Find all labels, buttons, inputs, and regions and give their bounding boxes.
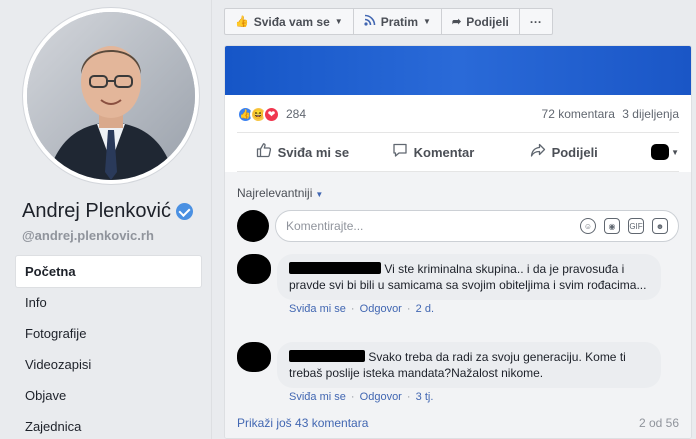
- redacted-author-name: [289, 262, 381, 274]
- redacted-avatar: [237, 254, 271, 284]
- rss-icon: [364, 14, 376, 29]
- reactions-summary: 👍 😆 ❤ 284 72 komentara 3 dijeljenja: [237, 104, 679, 124]
- sticker-icon[interactable]: ☻: [652, 218, 668, 234]
- comment-count[interactable]: 72 komentara: [542, 107, 615, 121]
- more-comments-row: Prikaži još 43 komentara 2 od 56: [237, 408, 679, 438]
- view-more-comments-link[interactable]: Prikaži još 43 komentara: [237, 416, 368, 430]
- post-comment-button[interactable]: Komentar: [368, 142, 499, 162]
- gif-icon[interactable]: GIF: [628, 218, 644, 234]
- comment-reply-link[interactable]: Odgovor: [360, 391, 402, 403]
- liked-page-label: Sviđa vam se: [253, 14, 330, 29]
- nav-item-posts[interactable]: Objave: [16, 380, 201, 411]
- page-nav: Početna Info Fotografije Videozapisi Obj…: [16, 256, 201, 439]
- nav-item-videos[interactable]: Videozapisi: [16, 349, 201, 380]
- chevron-down-icon: ▼: [423, 17, 431, 26]
- share-arrow-icon: ➦: [451, 16, 462, 28]
- post-as-selector[interactable]: ▼: [629, 144, 679, 160]
- redacted-avatar: [237, 342, 271, 372]
- comment-reply-link[interactable]: Odgovor: [360, 303, 402, 315]
- comment-like-link[interactable]: Sviđa mi se: [289, 303, 346, 315]
- following-label: Pratim: [380, 14, 419, 29]
- nav-item-photos[interactable]: Fotografije: [16, 318, 201, 349]
- comment-bubble: Vi ste kriminalna skupina.. i da je prav…: [277, 254, 661, 300]
- reaction-count[interactable]: 284: [286, 107, 306, 121]
- comment-item: Vi ste kriminalna skupina.. i da je prav…: [237, 254, 679, 315]
- following-button[interactable]: Pratim ▼: [354, 9, 442, 34]
- comment-meta: Sviđa mi se · Odgovor · 3 tj.: [289, 391, 434, 403]
- share-page-button[interactable]: ➦ Podijeli: [442, 9, 520, 34]
- nav-item-community[interactable]: Zajednica: [16, 411, 201, 439]
- chevron-down-icon: ▼: [334, 17, 343, 26]
- post-like-button[interactable]: Sviđa mi se: [237, 142, 368, 162]
- nav-item-home[interactable]: Početna: [16, 256, 201, 287]
- left-column: Andrej Plenković @andrej.plenkovic.rh Po…: [0, 0, 212, 439]
- camera-icon[interactable]: ◉: [604, 218, 620, 234]
- comment-input-placeholder: Komentirajte...: [286, 219, 364, 233]
- comment-bubble: Svako treba da radi za svoju generaciju.…: [277, 342, 661, 388]
- comment-item: Svako treba da radi za svoju generaciju.…: [237, 342, 679, 403]
- redacted-avatar: [651, 144, 670, 160]
- comment-timestamp[interactable]: 3 tj.: [416, 391, 434, 403]
- nav-item-info[interactable]: Info: [16, 287, 201, 318]
- comment-timestamp[interactable]: 2 d.: [416, 303, 434, 315]
- page-title: Andrej Plenković: [22, 200, 193, 223]
- post-like-label: Sviđa mi se: [277, 144, 350, 160]
- redacted-avatar: [237, 210, 269, 242]
- verified-badge-icon: [175, 203, 193, 220]
- post-card: 👍 😆 ❤ 284 72 komentara 3 dijeljenja Sviđ…: [224, 45, 692, 439]
- more-options-button[interactable]: ···: [520, 9, 552, 34]
- liked-page-button[interactable]: 👍 Sviđa vam se ▼: [225, 9, 354, 34]
- comment-composer: Komentirajte... ☺ ◉ GIF ☻: [237, 210, 679, 242]
- thumbs-up-icon: 👍: [235, 16, 249, 28]
- reaction-icons[interactable]: 👍 😆 ❤: [237, 105, 280, 123]
- post-share-button[interactable]: Podijeli: [498, 142, 629, 162]
- post-comment-label: Komentar: [413, 144, 475, 160]
- comments-pagination: 2 od 56: [638, 416, 679, 430]
- comment-like-link[interactable]: Sviđa mi se: [289, 391, 346, 403]
- chevron-down-icon: ▼: [671, 147, 680, 157]
- composer-tools: ☺ ◉ GIF ☻: [580, 218, 668, 234]
- comments-section: Najrelevantniji ▼ Komentirajte... ☺ ◉ GIF…: [225, 172, 691, 438]
- love-reaction-icon: ❤: [263, 105, 280, 123]
- comment-sort-dropdown[interactable]: Najrelevantniji ▼: [237, 186, 323, 200]
- post-share-label: Podijeli: [551, 144, 598, 160]
- chevron-down-icon: ▼: [315, 190, 324, 199]
- post-action-row: Sviđa mi se Komentar Podijeli ▼: [237, 132, 679, 172]
- page-action-bar: 👍 Sviđa vam se ▼ Pratim ▼ ➦ Podijeli ···: [224, 8, 553, 35]
- comment-bubble-icon: [392, 142, 408, 162]
- comment-input[interactable]: Komentirajte... ☺ ◉ GIF ☻: [275, 210, 679, 242]
- comment-meta: Sviđa mi se · Odgovor · 2 d.: [289, 303, 435, 315]
- profile-photo-illustration: [27, 12, 195, 180]
- comment-sort-label: Najrelevantniji: [237, 186, 313, 200]
- page-name-text: Andrej Plenković: [22, 200, 171, 222]
- post-image-banner[interactable]: [225, 46, 691, 95]
- thumbs-up-outline-icon: [256, 142, 272, 162]
- share-arrow-icon: [530, 142, 546, 162]
- more-dots-icon: ···: [529, 14, 542, 29]
- share-page-label: Podijeli: [466, 14, 509, 29]
- emoji-icon[interactable]: ☺: [580, 218, 596, 234]
- page-handle[interactable]: @andrej.plenkovic.rh: [22, 228, 154, 243]
- share-count[interactable]: 3 dijeljenja: [622, 107, 679, 121]
- post-stats: 72 komentara 3 dijeljenja: [542, 107, 679, 121]
- profile-picture[interactable]: [23, 8, 199, 184]
- redacted-author-name: [289, 350, 365, 362]
